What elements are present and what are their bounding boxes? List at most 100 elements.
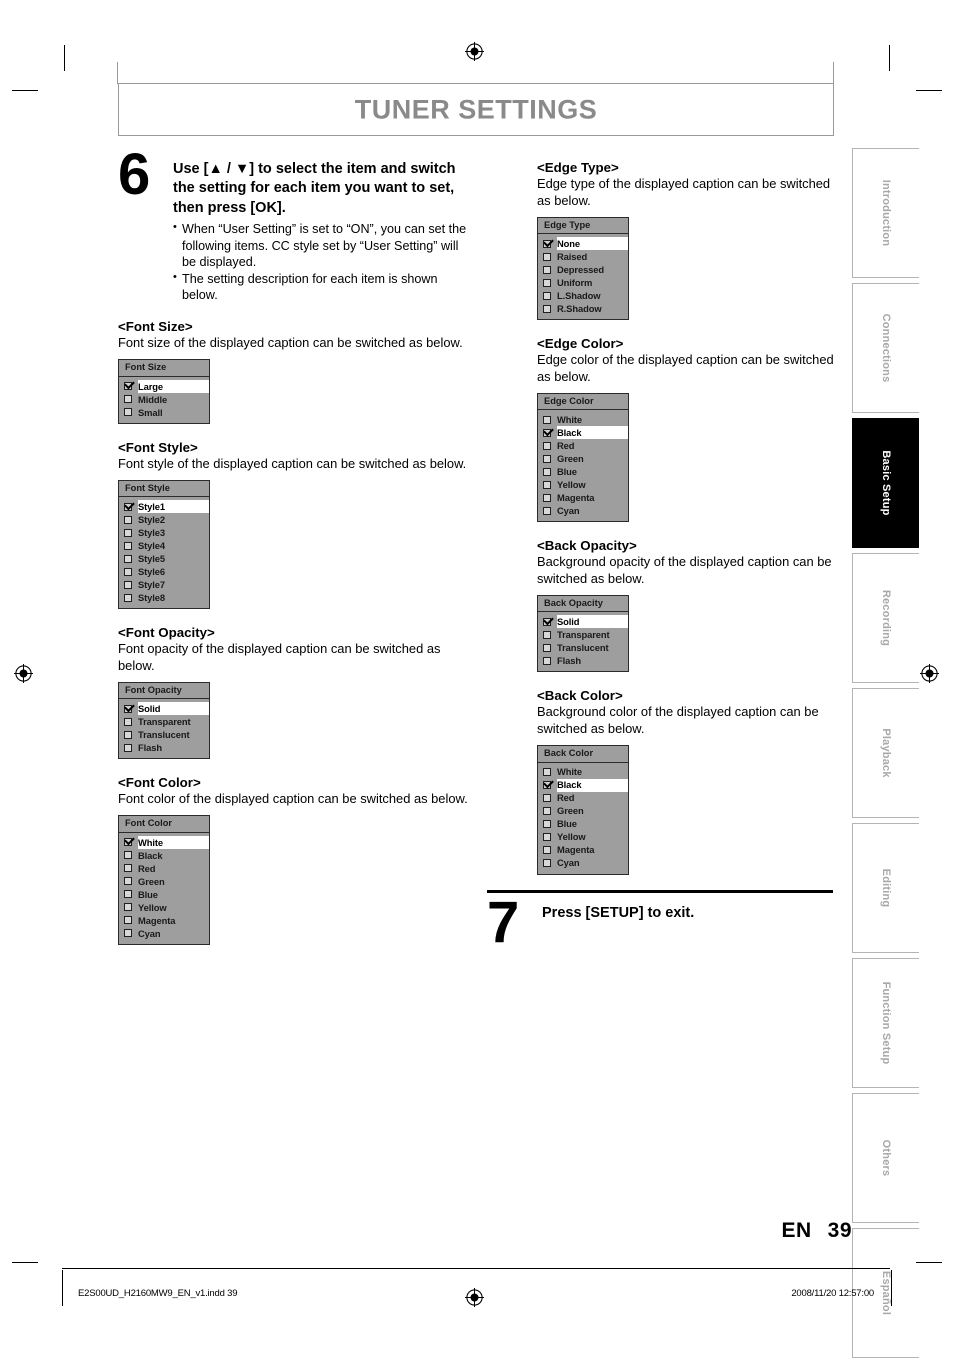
osd-option-row[interactable]: Yellow	[538, 478, 628, 491]
osd-option-row[interactable]: Large	[119, 379, 209, 393]
osd-option-row[interactable]: Style5	[119, 552, 209, 565]
checkbox-checked-icon[interactable]	[124, 502, 132, 511]
osd-option-row[interactable]: Translucent	[538, 641, 628, 654]
osd-option-row[interactable]: White	[538, 766, 628, 779]
osd-option-row[interactable]: Raised	[538, 250, 628, 263]
osd-option-row[interactable]: Red	[538, 792, 628, 805]
osd-option-row[interactable]: Style7	[119, 578, 209, 591]
checkbox-icon[interactable]	[543, 807, 551, 816]
osd-option-row[interactable]: Style3	[119, 526, 209, 539]
osd-option-row[interactable]: Middle	[119, 393, 209, 406]
checkbox-icon[interactable]	[543, 441, 551, 450]
checkbox-checked-icon[interactable]	[124, 704, 132, 713]
osd-option-row[interactable]: Small	[119, 406, 209, 419]
osd-option-row[interactable]: None	[538, 237, 628, 251]
osd-option-row[interactable]: Red	[538, 439, 628, 452]
checkbox-icon[interactable]	[543, 859, 551, 868]
osd-option-row[interactable]: White	[119, 835, 209, 849]
checkbox-icon[interactable]	[124, 717, 132, 726]
osd-option-row[interactable]: Solid	[119, 702, 209, 716]
osd-option-row[interactable]: Blue	[538, 465, 628, 478]
checkbox-icon[interactable]	[124, 567, 132, 576]
checkbox-icon[interactable]	[124, 395, 132, 404]
checkbox-icon[interactable]	[124, 864, 132, 873]
osd-option-row[interactable]: Magenta	[119, 914, 209, 927]
checkbox-icon[interactable]	[124, 903, 132, 912]
checkbox-checked-icon[interactable]	[124, 382, 132, 391]
osd-option-row[interactable]: Translucent	[119, 728, 209, 741]
osd-option-row[interactable]: Style1	[119, 500, 209, 514]
osd-option-row[interactable]: Green	[538, 452, 628, 465]
checkbox-icon[interactable]	[124, 730, 132, 739]
chapter-tab-others[interactable]: Others	[852, 1093, 919, 1223]
checkbox-icon[interactable]	[543, 252, 551, 261]
checkbox-icon[interactable]	[543, 833, 551, 842]
checkbox-icon[interactable]	[124, 877, 132, 886]
checkbox-checked-icon[interactable]	[543, 617, 551, 626]
osd-option-row[interactable]: Uniform	[538, 276, 628, 289]
checkbox-icon[interactable]	[543, 656, 551, 665]
osd-option-row[interactable]: Style2	[119, 513, 209, 526]
chapter-tab-connections[interactable]: Connections	[852, 283, 919, 413]
osd-option-row[interactable]: Blue	[119, 888, 209, 901]
osd-option-row[interactable]: Black	[538, 778, 628, 792]
osd-option-row[interactable]: R.Shadow	[538, 302, 628, 315]
checkbox-icon[interactable]	[543, 304, 551, 313]
checkbox-icon[interactable]	[543, 794, 551, 803]
checkbox-icon[interactable]	[543, 768, 551, 777]
checkbox-icon[interactable]	[543, 291, 551, 300]
chapter-tab-playback[interactable]: Playback	[852, 688, 919, 818]
checkbox-icon[interactable]	[543, 846, 551, 855]
osd-option-row[interactable]: Transparent	[119, 715, 209, 728]
checkbox-icon[interactable]	[124, 541, 132, 550]
chapter-tab-introduction[interactable]: Introduction	[852, 148, 919, 278]
checkbox-icon[interactable]	[124, 528, 132, 537]
osd-option-row[interactable]: Style4	[119, 539, 209, 552]
osd-option-row[interactable]: Depressed	[538, 263, 628, 276]
checkbox-checked-icon[interactable]	[543, 781, 551, 790]
chapter-tab-editing[interactable]: Editing	[852, 823, 919, 953]
checkbox-icon[interactable]	[543, 630, 551, 639]
osd-option-row[interactable]: Cyan	[538, 857, 628, 870]
checkbox-icon[interactable]	[543, 467, 551, 476]
osd-option-row[interactable]: Style6	[119, 565, 209, 578]
checkbox-icon[interactable]	[124, 890, 132, 899]
checkbox-checked-icon[interactable]	[543, 428, 551, 437]
checkbox-icon[interactable]	[124, 515, 132, 524]
osd-option-row[interactable]: Yellow	[119, 901, 209, 914]
osd-option-row[interactable]: L.Shadow	[538, 289, 628, 302]
osd-option-row[interactable]: Blue	[538, 818, 628, 831]
osd-option-row[interactable]: Cyan	[119, 927, 209, 940]
chapter-tab-recording[interactable]: Recording	[852, 553, 919, 683]
checkbox-checked-icon[interactable]	[543, 239, 551, 248]
osd-option-row[interactable]: Green	[119, 875, 209, 888]
osd-option-row[interactable]: White	[538, 413, 628, 426]
chapter-tab-function-setup[interactable]: Function Setup	[852, 958, 919, 1088]
checkbox-icon[interactable]	[124, 408, 132, 417]
osd-option-row[interactable]: Cyan	[538, 504, 628, 517]
checkbox-icon[interactable]	[543, 265, 551, 274]
osd-option-row[interactable]: Magenta	[538, 491, 628, 504]
checkbox-icon[interactable]	[124, 743, 132, 752]
checkbox-icon[interactable]	[543, 415, 551, 424]
checkbox-icon[interactable]	[124, 580, 132, 589]
checkbox-icon[interactable]	[124, 929, 132, 938]
osd-option-row[interactable]: Red	[119, 862, 209, 875]
checkbox-icon[interactable]	[543, 493, 551, 502]
chapter-tab-basic-setup[interactable]: Basic Setup	[852, 418, 919, 548]
checkbox-icon[interactable]	[543, 643, 551, 652]
checkbox-checked-icon[interactable]	[124, 838, 132, 847]
osd-option-row[interactable]: Style8	[119, 591, 209, 604]
osd-option-row[interactable]: Green	[538, 805, 628, 818]
osd-option-row[interactable]: Black	[119, 849, 209, 862]
checkbox-icon[interactable]	[543, 480, 551, 489]
checkbox-icon[interactable]	[543, 278, 551, 287]
osd-option-row[interactable]: Solid	[538, 615, 628, 629]
checkbox-icon[interactable]	[124, 593, 132, 602]
osd-option-row[interactable]: Transparent	[538, 628, 628, 641]
checkbox-icon[interactable]	[543, 820, 551, 829]
checkbox-icon[interactable]	[543, 454, 551, 463]
osd-option-row[interactable]: Magenta	[538, 844, 628, 857]
osd-option-row[interactable]: Flash	[119, 741, 209, 754]
checkbox-icon[interactable]	[124, 554, 132, 563]
